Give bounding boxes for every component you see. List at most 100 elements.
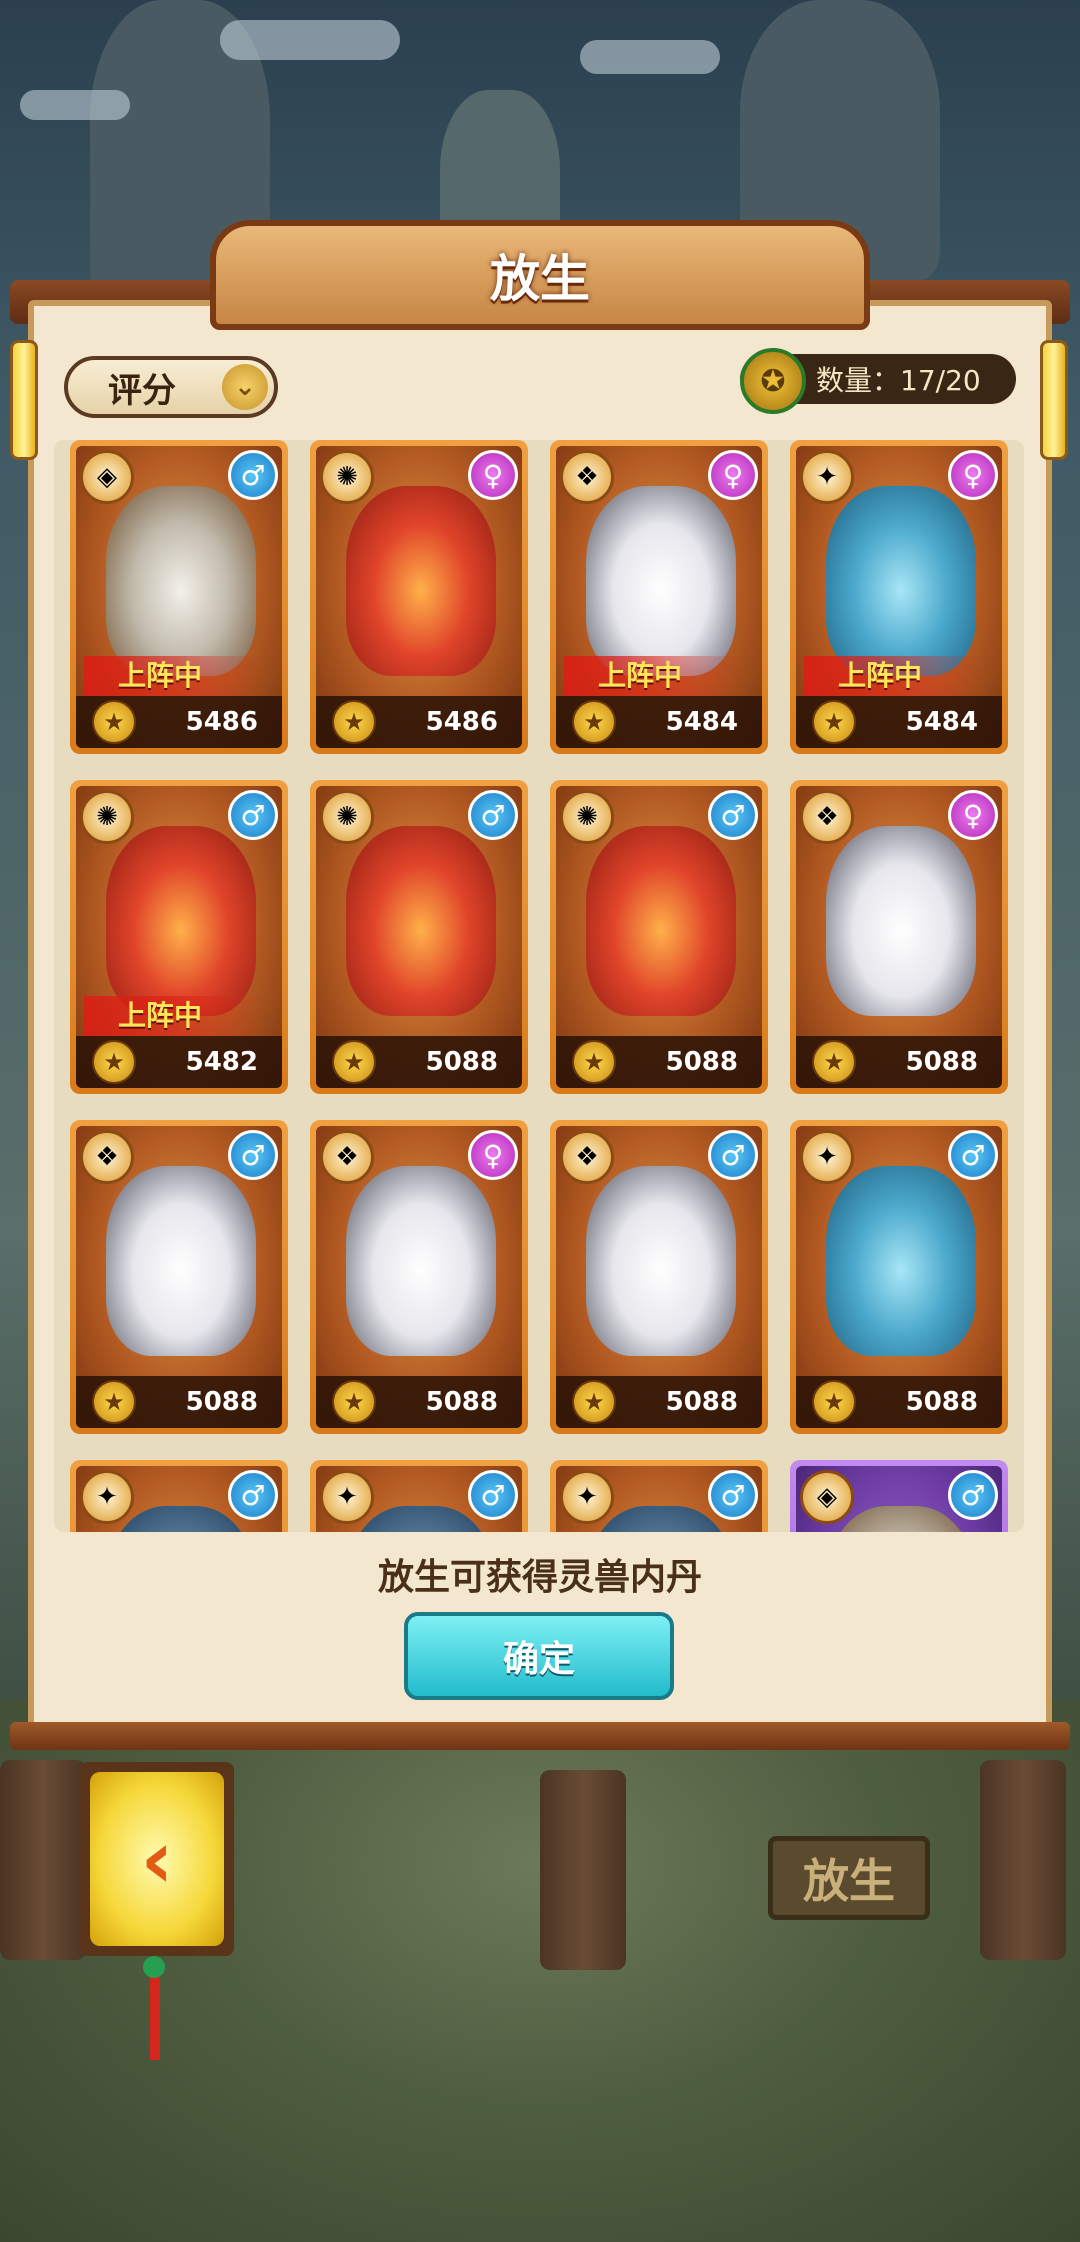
female-icon: ♀ bbox=[708, 450, 758, 500]
beast-card[interactable]: ◈ ♂ bbox=[790, 1460, 1008, 1532]
double-chevron-down-icon: ⌄ bbox=[222, 364, 268, 410]
beast-card-body: ✺ ♂ ★ 5088 bbox=[556, 786, 762, 1088]
male-icon: ♂ bbox=[948, 1470, 998, 1520]
beast-card[interactable]: ◈ ♂ 上阵中 ★ 5486 bbox=[70, 440, 288, 754]
beast-card[interactable]: ❖ ♂ ★ 5088 bbox=[550, 1120, 768, 1434]
release-sign: 放生 bbox=[768, 1836, 930, 1920]
beast-type-icon: ✺ bbox=[80, 790, 134, 844]
beast-card-body: ◈ ♂ 上阵中 ★ 5486 bbox=[76, 446, 282, 748]
beast-type-icon: ✦ bbox=[800, 450, 854, 504]
star-icon: ★ bbox=[332, 1040, 376, 1084]
beast-portrait bbox=[826, 826, 976, 1016]
beast-card-body: ❖ ♂ ★ 5088 bbox=[556, 1126, 762, 1428]
beast-card-body: ✦ ♂ ★ 5088 bbox=[796, 1126, 1002, 1428]
beast-portrait bbox=[826, 1166, 976, 1356]
female-icon: ♀ bbox=[468, 1130, 518, 1180]
male-icon: ♂ bbox=[228, 1470, 278, 1520]
beast-card-body: ❖ ♀ ★ 5088 bbox=[796, 786, 1002, 1088]
star-icon: ★ bbox=[812, 700, 856, 744]
male-icon: ♂ bbox=[468, 790, 518, 840]
power-bar: ★ 5484 bbox=[796, 696, 1002, 748]
tassel-knot bbox=[143, 1956, 165, 1978]
power-value: 5486 bbox=[425, 707, 498, 737]
beast-type-icon: ❖ bbox=[80, 1130, 134, 1184]
female-icon: ♀ bbox=[948, 450, 998, 500]
power-value: 5088 bbox=[905, 1387, 978, 1417]
lamp-right bbox=[1040, 340, 1068, 460]
power-value: 5088 bbox=[665, 1047, 738, 1077]
beast-portrait bbox=[106, 486, 256, 676]
beast-portrait bbox=[586, 486, 736, 676]
release-hint: 放生可获得灵兽内丹 bbox=[377, 1557, 702, 1598]
star-icon: ★ bbox=[812, 1040, 856, 1084]
on-team-label: 上阵中 bbox=[84, 656, 264, 696]
female-icon: ♀ bbox=[948, 790, 998, 840]
beast-type-icon: ✦ bbox=[80, 1470, 134, 1524]
beast-portrait bbox=[586, 1166, 736, 1356]
back-button[interactable]: ‹ bbox=[90, 1772, 224, 1946]
beast-card-body: ✺ ♂ 上阵中 ★ 5482 bbox=[76, 786, 282, 1088]
beast-card-body: ✦ ♂ bbox=[556, 1466, 762, 1532]
power-bar: ★ 5088 bbox=[796, 1036, 1002, 1088]
beast-type-icon: ✦ bbox=[320, 1470, 374, 1524]
beast-type-icon: ❖ bbox=[560, 450, 614, 504]
power-value: 5484 bbox=[665, 707, 738, 737]
star-icon: ★ bbox=[572, 1380, 616, 1424]
beast-card-body: ✺ ♂ ★ 5088 bbox=[316, 786, 522, 1088]
cloud bbox=[220, 20, 400, 60]
beast-type-icon: ◈ bbox=[80, 450, 134, 504]
beast-card[interactable]: ❖ ♀ ★ 5088 bbox=[310, 1120, 528, 1434]
beast-card[interactable]: ✦ ♂ ★ 5088 bbox=[790, 1120, 1008, 1434]
beast-card[interactable]: ✦ ♂ bbox=[70, 1460, 288, 1532]
beast-portrait bbox=[106, 826, 256, 1016]
power-bar: ★ 5088 bbox=[316, 1376, 522, 1428]
male-icon: ♂ bbox=[708, 1470, 758, 1520]
power-bar: ★ 5088 bbox=[76, 1376, 282, 1428]
beast-card[interactable]: ✦ ♂ bbox=[550, 1460, 768, 1532]
beast-card[interactable]: ✺ ♂ 上阵中 ★ 5482 bbox=[70, 780, 288, 1094]
confirm-button[interactable]: 确定 bbox=[404, 1612, 674, 1700]
power-value: 5088 bbox=[905, 1047, 978, 1077]
beast-type-icon: ✺ bbox=[320, 790, 374, 844]
power-bar: ★ 5088 bbox=[316, 1036, 522, 1088]
power-bar: ★ 5088 bbox=[796, 1376, 1002, 1428]
beast-card[interactable]: ✺ ♂ ★ 5088 bbox=[550, 780, 768, 1094]
sort-button[interactable]: 评分 ⌄ bbox=[64, 356, 278, 418]
power-value: 5088 bbox=[425, 1047, 498, 1077]
star-icon: ★ bbox=[92, 700, 136, 744]
beast-type-icon: ◈ bbox=[800, 1470, 854, 1524]
beast-portrait bbox=[346, 1166, 496, 1356]
beast-card-body: ✺ ♀ ★ 5486 bbox=[316, 446, 522, 748]
beast-portrait bbox=[826, 486, 976, 676]
beast-card-body: ✦ ♀ 上阵中 ★ 5484 bbox=[796, 446, 1002, 748]
sort-label: 评分 bbox=[108, 370, 176, 411]
male-icon: ♂ bbox=[948, 1130, 998, 1180]
beast-card[interactable]: ✦ ♀ 上阵中 ★ 5484 bbox=[790, 440, 1008, 754]
back-arrow-icon: ‹ bbox=[140, 1812, 174, 1906]
beast-card[interactable]: ❖ ♂ ★ 5088 bbox=[70, 1120, 288, 1434]
star-icon: ★ bbox=[92, 1040, 136, 1084]
beast-grid[interactable]: ◈ ♂ 上阵中 ★ 5486 ✺ ♀ ★ 5486 ❖ ♀ 上阵中 ★ 5484 ✦ ♀ 上阵中 ★ 5484 ✺ ♂ 上… bbox=[54, 440, 1024, 1532]
beast-card[interactable]: ✦ ♂ bbox=[310, 1460, 528, 1532]
male-icon: ♂ bbox=[708, 790, 758, 840]
beast-type-icon: ✦ bbox=[560, 1470, 614, 1524]
power-value: 5088 bbox=[665, 1387, 738, 1417]
star-icon: ★ bbox=[572, 700, 616, 744]
beast-card[interactable]: ✺ ♀ ★ 5486 bbox=[310, 440, 528, 754]
beast-type-icon: ✺ bbox=[320, 450, 374, 504]
male-icon: ♂ bbox=[228, 1130, 278, 1180]
beast-card[interactable]: ❖ ♀ 上阵中 ★ 5484 bbox=[550, 440, 768, 754]
title-plate: 放生 bbox=[210, 220, 870, 330]
power-bar: ★ 5484 bbox=[556, 696, 762, 748]
power-bar: ★ 5486 bbox=[76, 696, 282, 748]
beast-card-body: ✦ ♂ bbox=[316, 1466, 522, 1532]
wooden-post bbox=[980, 1760, 1066, 1960]
power-value: 5482 bbox=[185, 1047, 258, 1077]
beast-card[interactable]: ✺ ♂ ★ 5088 bbox=[310, 780, 528, 1094]
lamp-left bbox=[10, 340, 38, 460]
beast-card-body: ◈ ♂ bbox=[796, 1466, 1002, 1532]
on-team-label: 上阵中 bbox=[564, 656, 744, 696]
back-button-frame: ‹ bbox=[80, 1762, 234, 1956]
power-value: 5484 bbox=[905, 707, 978, 737]
beast-card[interactable]: ❖ ♀ ★ 5088 bbox=[790, 780, 1008, 1094]
